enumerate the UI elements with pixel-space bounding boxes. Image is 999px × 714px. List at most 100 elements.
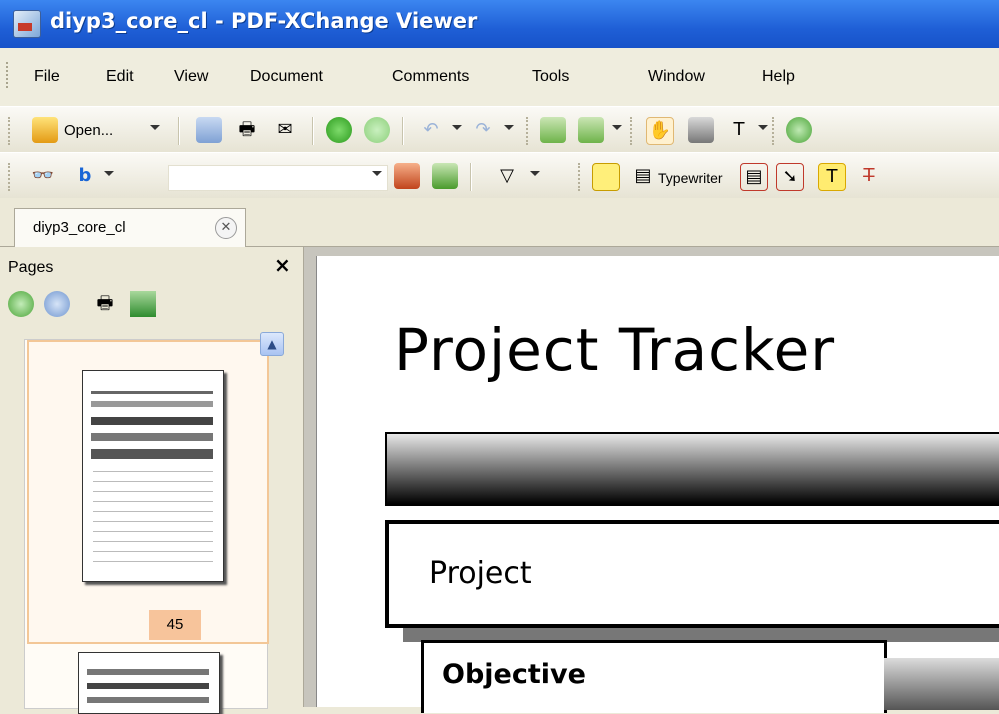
- open-button[interactable]: Open...: [64, 122, 113, 139]
- undo-dropdown-icon[interactable]: [452, 125, 462, 130]
- highlight-filter-icon[interactable]: ▽: [494, 163, 520, 189]
- text-highlight-icon[interactable]: T: [818, 163, 846, 191]
- find-next-icon[interactable]: [432, 163, 458, 189]
- menu-grip[interactable]: [6, 62, 12, 88]
- print-icon[interactable]: 🖶: [234, 117, 260, 143]
- sticky-note-icon[interactable]: [592, 163, 620, 191]
- document-page[interactable]: Project Tracker Project Objective: [316, 256, 999, 713]
- menu-tools[interactable]: Tools: [532, 68, 569, 86]
- toolbar-grip[interactable]: [578, 163, 583, 191]
- redo-dropdown-icon[interactable]: [504, 125, 514, 130]
- comment-toolbar: 👓 b ▽ ▤ Typewriter ▤ ➘ T T̶: [0, 152, 999, 200]
- filter-dropdown-icon[interactable]: [530, 171, 540, 176]
- rotate-right-icon[interactable]: [578, 117, 604, 143]
- thumb-row: [93, 531, 213, 532]
- select-dropdown-icon[interactable]: [758, 125, 768, 130]
- open-dropdown-icon[interactable]: [150, 125, 160, 130]
- print-icon[interactable]: 🖶: [92, 291, 118, 317]
- undo-icon[interactable]: ↶: [418, 117, 444, 143]
- thumb-row: [93, 521, 213, 522]
- app-icon[interactable]: [13, 10, 41, 38]
- thumb-line: [87, 683, 209, 689]
- strikeout-icon[interactable]: T̶: [856, 163, 882, 189]
- thumb-row: [93, 541, 213, 542]
- selected-thumbnail[interactable]: 45: [27, 340, 269, 644]
- select-text-icon[interactable]: T: [726, 117, 752, 143]
- hand-tool-icon[interactable]: ✋: [646, 117, 674, 145]
- toolbar-separator: [178, 117, 180, 145]
- thumb-row: [93, 561, 213, 562]
- thumb-line: [91, 401, 213, 407]
- thumb-row: [93, 491, 213, 492]
- thumb-row: [93, 551, 213, 552]
- menu-bar: File Edit View Document Comments Tools W…: [0, 48, 999, 106]
- thumb-row: [93, 481, 213, 482]
- menu-help[interactable]: Help: [762, 68, 795, 86]
- typewriter-label[interactable]: Typewriter: [658, 170, 723, 186]
- tab-label: diyp3_core_cl: [33, 219, 126, 236]
- thumb-row: [93, 471, 213, 472]
- save-icon[interactable]: [196, 117, 222, 143]
- menu-comments[interactable]: Comments: [392, 68, 469, 86]
- menu-edit[interactable]: Edit: [106, 68, 134, 86]
- redo-icon[interactable]: ↷: [470, 117, 496, 143]
- close-panel-icon[interactable]: ×: [274, 253, 291, 277]
- find-previous-icon[interactable]: [394, 163, 420, 189]
- thumb-line: [91, 449, 213, 459]
- project-field-box: Project: [385, 520, 999, 628]
- snapshot-icon[interactable]: [688, 117, 714, 143]
- objective-label: Objective: [442, 659, 586, 690]
- page-thumbnail[interactable]: [82, 370, 224, 582]
- thumb-line: [87, 697, 209, 703]
- text-box-icon[interactable]: ▤: [740, 163, 768, 191]
- toolbar-separator: [470, 163, 472, 191]
- thumb-line: [91, 391, 213, 394]
- extract-icon[interactable]: [130, 291, 156, 317]
- project-label: Project: [429, 556, 532, 591]
- pages-panel: Pages × 🖶 45 ▲: [0, 247, 304, 714]
- open-folder-icon[interactable]: [32, 117, 58, 143]
- window-title: diyp3_core_cl - PDF-XChange Viewer: [50, 9, 478, 33]
- toolbar-separator: [402, 117, 404, 145]
- document-viewer[interactable]: Project Tracker Project Objective: [304, 247, 999, 713]
- document-title: Project Tracker: [394, 316, 836, 384]
- toolbar-grip[interactable]: [8, 163, 13, 191]
- menu-file[interactable]: File: [34, 68, 60, 86]
- back-icon[interactable]: [326, 117, 352, 143]
- tab-document[interactable]: diyp3_core_cl ✕: [14, 208, 246, 247]
- toolbar-grip[interactable]: [526, 117, 531, 145]
- rotate-left-icon[interactable]: [540, 117, 566, 143]
- email-icon[interactable]: ✉: [272, 117, 298, 143]
- document-tabs: diyp3_core_cl ✕: [0, 198, 999, 247]
- page-thumbnails[interactable]: 45: [24, 339, 269, 714]
- search-engine-dropdown-icon[interactable]: [104, 171, 114, 176]
- page-thumbnail[interactable]: [78, 652, 220, 714]
- toolbar-grip[interactable]: [630, 117, 635, 145]
- thumb-line: [91, 417, 213, 425]
- objective-field-box: Objective: [421, 640, 887, 713]
- zoom-in-icon[interactable]: [8, 291, 34, 317]
- menu-view[interactable]: View: [174, 68, 208, 86]
- zoom-out-icon[interactable]: [44, 291, 70, 317]
- callout-icon[interactable]: ➘: [776, 163, 804, 191]
- close-tab-icon[interactable]: ✕: [215, 217, 237, 239]
- search-input[interactable]: [168, 165, 388, 191]
- typewriter-icon[interactable]: ▤: [630, 163, 656, 189]
- bing-icon[interactable]: b: [72, 163, 98, 189]
- header-gradient-bar: [385, 432, 999, 506]
- search-combo-dropdown-icon[interactable]: [372, 171, 382, 176]
- zoom-in-icon[interactable]: [786, 117, 812, 143]
- binoculars-icon[interactable]: 👓: [30, 163, 56, 189]
- thumb-line: [91, 433, 213, 441]
- toolbar-grip[interactable]: [772, 117, 777, 145]
- scroll-up-button[interactable]: ▲: [260, 332, 284, 356]
- title-bar: diyp3_core_cl - PDF-XChange Viewer: [0, 0, 999, 48]
- toolbar-grip[interactable]: [8, 117, 13, 145]
- objective-gradient: [884, 658, 999, 710]
- forward-icon[interactable]: [364, 117, 390, 143]
- menu-window[interactable]: Window: [648, 68, 705, 86]
- pages-panel-title: Pages: [8, 259, 54, 276]
- page-number-badge: 45: [149, 610, 201, 640]
- rotate-dropdown-icon[interactable]: [612, 125, 622, 130]
- menu-document[interactable]: Document: [250, 68, 323, 86]
